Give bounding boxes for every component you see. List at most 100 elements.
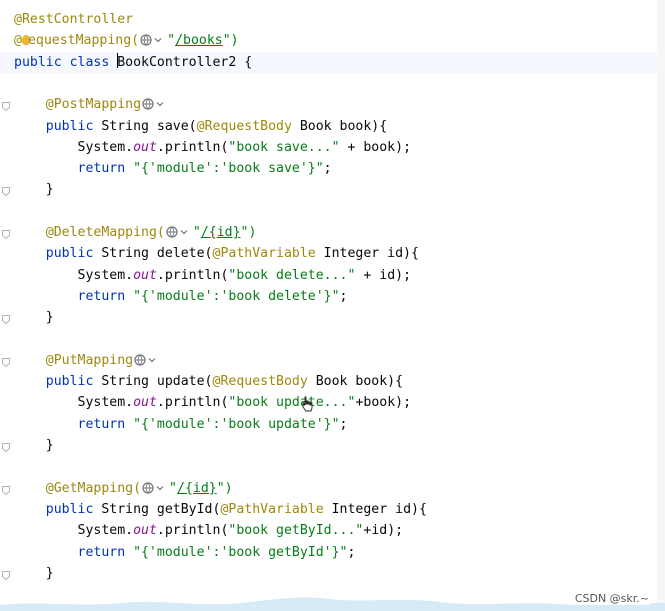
code-token: @PathVariable xyxy=(212,246,316,262)
code-line[interactable]: } xyxy=(14,435,665,456)
code-token: "book save..." xyxy=(228,139,340,155)
code-token: System. xyxy=(14,395,134,411)
code-line[interactable] xyxy=(14,456,665,477)
code-token: "book delete..." xyxy=(228,267,356,283)
code-line[interactable]: System.out.println("book update..."+book… xyxy=(14,392,665,413)
code-token: delete( xyxy=(156,246,213,262)
code-line[interactable]: System.out.println("book save..." + book… xyxy=(14,137,665,158)
code-editor[interactable]: @RestController @ equestMapping("/books") p… xyxy=(0,0,665,611)
fold-marker-icon[interactable] xyxy=(2,185,10,197)
code-line[interactable]: public String getById(@PathVariable Inte… xyxy=(14,499,665,520)
code-token: " xyxy=(167,33,176,49)
code-line[interactable]: } xyxy=(14,563,665,584)
code-token: return xyxy=(77,161,134,177)
code-token: @RequestBody xyxy=(212,374,308,390)
fold-marker-icon[interactable] xyxy=(2,569,10,580)
code-token: "book getById..." xyxy=(228,523,364,539)
fold-marker-icon[interactable] xyxy=(2,356,10,367)
code-token: ; xyxy=(347,544,356,560)
mouse-cursor-icon xyxy=(302,396,313,412)
code-line[interactable] xyxy=(14,329,665,350)
code-line[interactable]: public String delete(@PathVariable Integ… xyxy=(14,243,665,264)
code-token: "{'module':'book getById'}" xyxy=(133,544,348,560)
code-token: /{id} xyxy=(200,225,241,240)
code-token: @PostMapping xyxy=(14,97,142,113)
fold-marker-icon[interactable] xyxy=(2,313,10,325)
code-line[interactable] xyxy=(14,201,665,222)
code-line[interactable]: @PutMapping xyxy=(14,350,665,371)
code-token: public class xyxy=(14,54,118,70)
code-token: String xyxy=(101,246,157,262)
code-line[interactable]: } xyxy=(14,179,665,200)
globe-dropdown-icon[interactable] xyxy=(140,34,166,46)
code-token: ; xyxy=(339,288,348,304)
code-token: ; xyxy=(323,161,332,177)
code-token: save( xyxy=(156,118,197,134)
code-token: "{'module':'book update'}" xyxy=(133,416,340,432)
code-token: ; xyxy=(339,416,348,432)
code-token: update( xyxy=(156,374,213,390)
code-token: .println( xyxy=(156,139,229,155)
code-token: @DeleteMapping( xyxy=(14,225,165,240)
code-token: public xyxy=(45,118,102,134)
code-line[interactable]: return "{'module':'book save'}"; xyxy=(14,158,665,179)
fold-marker-icon[interactable] xyxy=(2,100,10,112)
code-token: @PutMapping xyxy=(14,352,134,368)
code-token: @RequestBody xyxy=(196,118,292,134)
code-line[interactable]: return "{'module':'book getById'}"; xyxy=(14,542,665,563)
code-line[interactable]: return "{'module':'book update'}"; xyxy=(14,414,665,435)
code-token: Integer id){ xyxy=(323,501,427,517)
watermark: CSDN @skr.~ xyxy=(572,592,651,605)
code-token: out xyxy=(133,139,157,155)
code-line[interactable]: @PostMapping xyxy=(14,94,665,115)
code-line[interactable] xyxy=(14,73,665,94)
fold-marker-icon[interactable] xyxy=(2,228,10,240)
code-token: + book); xyxy=(339,139,412,155)
globe-dropdown-icon[interactable] xyxy=(142,98,168,110)
globe-dropdown-icon[interactable] xyxy=(166,226,192,238)
code-line[interactable]: } xyxy=(14,307,665,328)
code-token: ") xyxy=(222,33,239,49)
code-token: @ xyxy=(14,33,22,49)
code-token: " xyxy=(169,480,177,496)
code-token: return xyxy=(77,416,134,432)
code-token: ") xyxy=(240,225,257,240)
code-token: public xyxy=(45,246,102,262)
globe-dropdown-icon[interactable] xyxy=(134,354,160,366)
code-token: +book); xyxy=(355,395,412,411)
code-line[interactable]: return "{'module':'book delete'}"; xyxy=(14,286,665,307)
code-line[interactable]: public String save(@RequestBody Book boo… xyxy=(14,116,665,137)
code-line[interactable]: @RestController xyxy=(14,9,665,30)
code-token: } xyxy=(14,182,54,198)
code-token: return xyxy=(77,544,134,560)
fold-marker-icon[interactable] xyxy=(2,441,10,453)
code-line[interactable]: public String update(@RequestBody Book b… xyxy=(14,371,665,392)
code-token: public xyxy=(45,374,102,390)
code-token: +id); xyxy=(363,523,404,539)
code-token: "{'module':'book save'}" xyxy=(133,161,324,177)
code-line[interactable]: public class BookController2 { xyxy=(0,51,665,73)
code-token: out xyxy=(133,395,157,411)
code-token: System. xyxy=(14,139,134,155)
code-token: out xyxy=(133,523,157,539)
code-line[interactable]: @DeleteMapping( "/{id}") xyxy=(14,222,665,243)
code-line[interactable]: @GetMapping("/{id}") xyxy=(14,478,665,499)
editor-scrollbar[interactable] xyxy=(657,0,665,611)
code-token: equestMapping( xyxy=(27,33,140,49)
fold-marker-icon[interactable] xyxy=(2,484,10,495)
code-token: " xyxy=(192,225,201,240)
code-line[interactable]: @ equestMapping("/books") xyxy=(14,30,665,51)
globe-dropdown-icon[interactable] xyxy=(142,481,168,494)
code-token: /{id} xyxy=(177,480,217,496)
code-token: Integer id){ xyxy=(315,246,419,262)
code-token: return xyxy=(77,288,134,304)
code-line[interactable]: System.out.println("book delete..." + id… xyxy=(14,265,665,286)
code-line[interactable]: System.out.println("book getById..."+id)… xyxy=(14,520,665,541)
